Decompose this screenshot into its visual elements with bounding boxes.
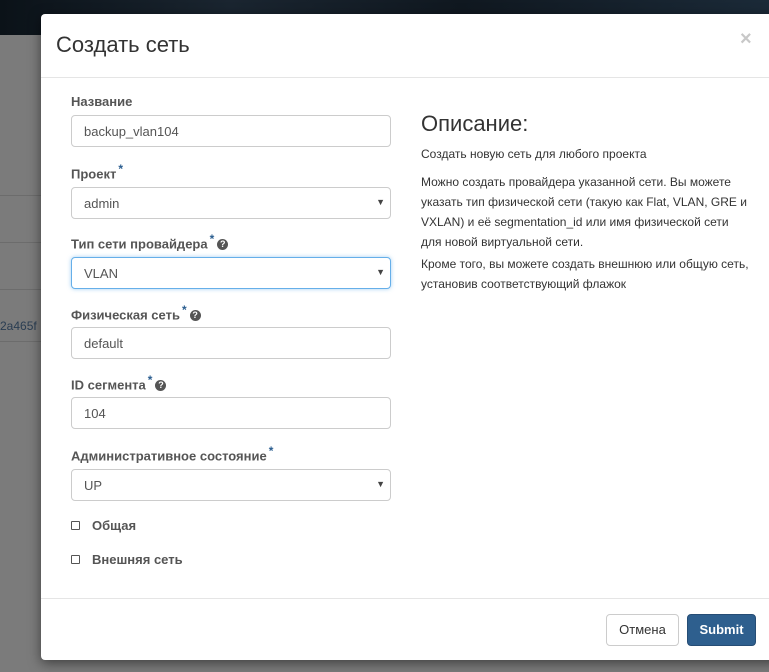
- shared-checkbox[interactable]: Общая: [71, 518, 136, 533]
- project-label: Проект *: [71, 162, 124, 182]
- cancel-button[interactable]: Отмена: [606, 614, 679, 646]
- description-paragraph: Создать новую сеть для любого проекта: [421, 147, 647, 161]
- create-network-modal: Создать сеть × Название backup_vlan104 П…: [41, 14, 769, 660]
- checkbox-icon[interactable]: [71, 521, 80, 530]
- help-icon[interactable]: ?: [189, 310, 201, 322]
- chevron-down-icon: ▼: [376, 267, 385, 277]
- required-asterisk: *: [118, 162, 124, 176]
- chevron-down-icon: ▼: [376, 197, 385, 207]
- project-select[interactable]: admin ▼: [71, 187, 391, 219]
- modal-title: Создать сеть: [56, 32, 190, 57]
- provider-network-type-select[interactable]: VLAN ▼: [71, 257, 391, 289]
- description-paragraph: Можно создать провайдера указанной сети.…: [421, 175, 747, 249]
- bg-table-cell: 2a465f: [0, 319, 37, 333]
- external-network-checkbox[interactable]: Внешняя сеть: [71, 552, 183, 567]
- name-input[interactable]: backup_vlan104: [71, 115, 391, 147]
- chevron-down-icon: ▼: [376, 479, 385, 489]
- admin-state-select[interactable]: UP ▼: [71, 469, 391, 501]
- segment-id-input[interactable]: 104: [71, 397, 391, 429]
- required-asterisk: *: [181, 303, 187, 317]
- provider-network-type-label: Тип сети провайдера *?: [71, 232, 229, 251]
- submit-button[interactable]: Submit: [687, 614, 756, 646]
- close-icon[interactable]: ×: [740, 28, 752, 51]
- divider: [41, 77, 769, 78]
- segment-id-label: ID сегмента *?: [71, 373, 167, 392]
- description-paragraph: Кроме того, вы можете создать внешнюю ил…: [421, 257, 749, 291]
- admin-state-label: Административное состояние *: [71, 444, 274, 464]
- physical-network-input[interactable]: default: [71, 327, 391, 359]
- divider: [41, 598, 769, 599]
- name-label: Название: [71, 94, 133, 109]
- required-asterisk: *: [209, 232, 215, 246]
- physical-network-label: Физическая сеть *?: [71, 303, 201, 322]
- checkbox-icon[interactable]: [71, 555, 80, 564]
- help-icon[interactable]: ?: [217, 239, 229, 251]
- required-asterisk: *: [147, 373, 153, 387]
- help-icon[interactable]: ?: [155, 380, 167, 392]
- required-asterisk: *: [268, 444, 274, 458]
- description-heading: Описание:: [421, 111, 529, 136]
